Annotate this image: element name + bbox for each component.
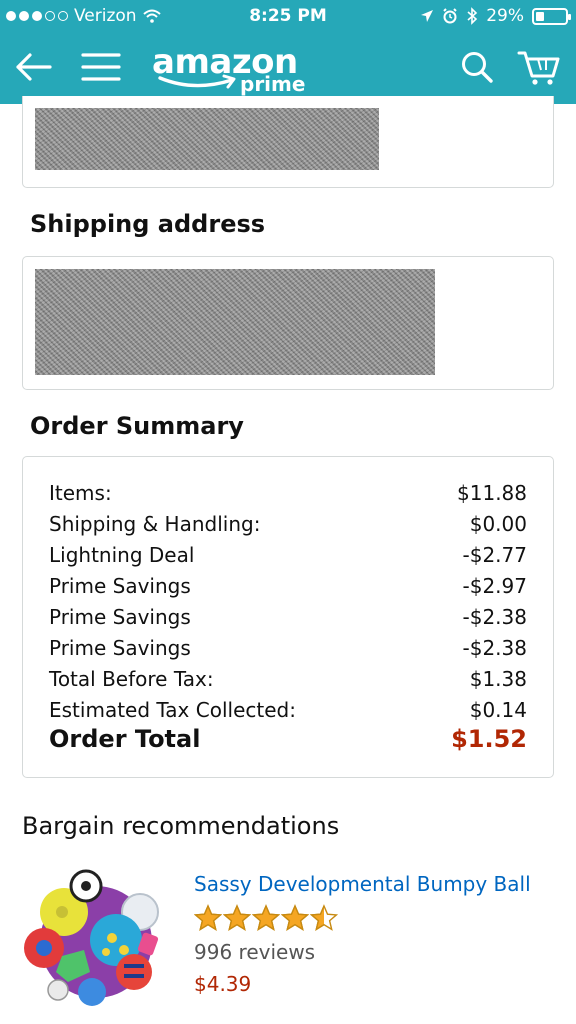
- summary-row: Prime Savings -$2.38: [49, 636, 527, 660]
- bluetooth-icon: [467, 7, 478, 25]
- summary-label: Prime Savings: [49, 605, 191, 629]
- summary-row: Total Before Tax: $1.38: [49, 667, 527, 691]
- location-arrow-icon: [421, 10, 434, 22]
- battery-percent: 29%: [486, 6, 524, 26]
- summary-value: -$2.38: [462, 636, 527, 660]
- search-button[interactable]: [452, 42, 502, 92]
- summary-value: $11.88: [457, 481, 527, 505]
- back-arrow-icon: [16, 53, 52, 81]
- alarm-icon: [443, 8, 457, 24]
- summary-value: -$2.97: [462, 574, 527, 598]
- summary-row: Prime Savings -$2.97: [49, 574, 527, 598]
- star-icon: [281, 904, 309, 931]
- menu-button[interactable]: [76, 42, 126, 92]
- logo-smile-icon: [158, 74, 236, 89]
- menu-icon: [81, 53, 121, 81]
- shipping-address-card[interactable]: [22, 256, 554, 390]
- order-total-value: $1.52: [451, 725, 527, 753]
- star-icon: [223, 904, 251, 931]
- cart-button[interactable]: [514, 42, 564, 92]
- summary-row: Prime Savings -$2.38: [49, 605, 527, 629]
- status-right: 29%: [420, 6, 571, 26]
- summary-label: Prime Savings: [49, 636, 191, 660]
- summary-row: Estimated Tax Collected: $0.14: [49, 698, 527, 722]
- redacted-block: [35, 108, 379, 170]
- battery-icon: [532, 7, 571, 25]
- cart-icon: [517, 51, 560, 85]
- order-total-row: Order Total $1.52: [49, 725, 527, 753]
- summary-label: Total Before Tax:: [49, 667, 214, 691]
- product-price: $4.39: [194, 972, 252, 996]
- summary-label: Lightning Deal: [49, 543, 195, 567]
- star-icon: [252, 904, 280, 931]
- order-summary-card: Items: $11.88 Shipping & Handling: $0.00…: [22, 456, 554, 778]
- summary-value: -$2.38: [462, 605, 527, 629]
- redacted-address: [35, 269, 435, 375]
- review-count[interactable]: 996 reviews: [194, 940, 315, 964]
- back-button[interactable]: [8, 42, 58, 92]
- summary-label: Items:: [49, 481, 112, 505]
- status-bar: Verizon 8:25 PM 29%: [0, 0, 576, 34]
- shipping-address-title: Shipping address: [30, 210, 266, 238]
- summary-value: -$2.77: [462, 543, 527, 567]
- app-header: Verizon 8:25 PM 29% amazon prime: [0, 0, 576, 104]
- payment-card: [22, 96, 554, 188]
- product-image[interactable]: [22, 860, 172, 1010]
- summary-value: $1.38: [469, 667, 527, 691]
- summary-label: Prime Savings: [49, 574, 191, 598]
- star-icon: [194, 904, 222, 931]
- summary-label: Estimated Tax Collected:: [49, 698, 296, 722]
- amazon-prime-logo[interactable]: amazon prime: [152, 42, 312, 96]
- star-rating: [194, 904, 338, 932]
- summary-value: $0.14: [469, 698, 527, 722]
- summary-value: $0.00: [469, 512, 527, 536]
- recommendation-item[interactable]: Sassy Developmental Bumpy Ball 996 revie…: [22, 860, 554, 1020]
- nav-bar: amazon prime: [0, 34, 576, 104]
- summary-label: Shipping & Handling:: [49, 512, 261, 536]
- logo-prime: prime: [240, 72, 306, 96]
- search-icon: [462, 52, 493, 83]
- order-summary-title: Order Summary: [30, 412, 244, 440]
- product-title-link[interactable]: Sassy Developmental Bumpy Ball: [194, 872, 531, 896]
- order-total-label: Order Total: [49, 725, 201, 753]
- summary-row: Lightning Deal -$2.77: [49, 543, 527, 567]
- summary-row: Shipping & Handling: $0.00: [49, 512, 527, 536]
- recommendations-heading: Bargain recommendations: [22, 812, 340, 840]
- summary-row: Items: $11.88: [49, 481, 527, 505]
- star-icon: [310, 904, 338, 931]
